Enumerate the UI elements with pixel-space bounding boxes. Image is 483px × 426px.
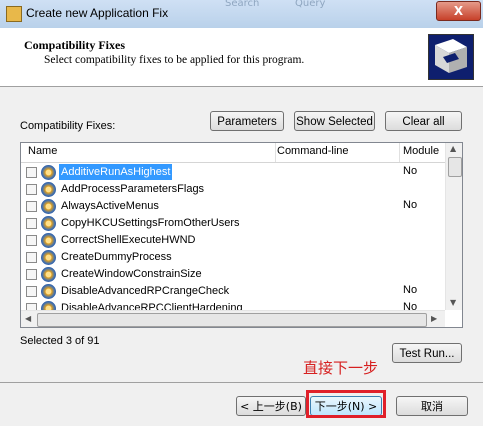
table-row[interactable]: CopyHKCUSettingsFromOtherUsers <box>21 215 445 232</box>
selection-count: Selected 3 of 91 <box>20 335 100 347</box>
fix-name: AddProcessParametersFlags <box>61 183 205 195</box>
scroll-up-icon[interactable]: ▲ <box>450 144 456 153</box>
gear-icon <box>41 165 56 180</box>
row-checkbox[interactable] <box>26 252 37 263</box>
table-row[interactable]: CreateWindowConstrainSize <box>21 266 445 283</box>
gear-icon <box>41 199 56 214</box>
horizontal-scrollbar[interactable]: ◀ ▶ <box>21 310 445 327</box>
column-separator[interactable] <box>275 143 276 162</box>
annotation-text: 直接下一步 <box>303 359 379 377</box>
gear-icon <box>41 250 56 265</box>
fix-module: No <box>403 165 418 177</box>
vertical-scrollbar[interactable]: ▲ ▼ <box>445 143 462 310</box>
cancel-button[interactable]: 取消 <box>396 396 468 416</box>
row-checkbox[interactable] <box>26 201 37 212</box>
scroll-left-icon[interactable]: ◀ <box>25 314 31 323</box>
column-name[interactable]: Name <box>28 145 57 157</box>
row-checkbox[interactable] <box>26 303 37 310</box>
parameters-button[interactable]: Parameters <box>210 111 284 131</box>
vertical-scroll-thumb[interactable] <box>448 157 462 177</box>
test-run-button[interactable]: Test Run... <box>392 343 462 363</box>
background-search-text: Search <box>225 0 260 9</box>
gear-icon <box>41 267 56 282</box>
table-row[interactable]: AddProcessParametersFlags <box>21 181 445 198</box>
fix-name: DisableAdvanceRPCClientHardening <box>61 302 243 310</box>
show-selected-button[interactable]: Show Selected <box>294 111 375 131</box>
list-header: Name Command-line Module <box>21 143 462 163</box>
fix-name: CopyHKCUSettingsFromOtherUsers <box>61 217 240 229</box>
column-command-line[interactable]: Command-line <box>277 145 349 157</box>
compatibility-fix-icon <box>428 34 474 80</box>
gear-icon <box>41 233 56 248</box>
fix-module: No <box>403 301 418 310</box>
row-checkbox[interactable] <box>26 235 37 246</box>
fix-name: AlwaysActiveMenus <box>61 200 159 212</box>
page-title: Compatibility Fixes <box>24 38 125 52</box>
gear-icon <box>41 216 56 231</box>
fix-name: DisableAdvancedRPCrangeCheck <box>61 285 230 297</box>
close-button[interactable]: X <box>436 1 481 21</box>
background-query-text: Query <box>295 0 326 9</box>
gear-icon <box>41 182 56 197</box>
window-title: Create new Application Fix <box>26 6 169 20</box>
back-button[interactable]: < 上一步(B) <box>236 396 306 416</box>
horizontal-scroll-thumb[interactable] <box>37 313 427 327</box>
table-row[interactable]: DisableAdvancedRPCrangeCheck No <box>21 283 445 300</box>
table-row[interactable]: DisableAdvanceRPCClientHardening No <box>21 300 445 310</box>
row-checkbox[interactable] <box>26 184 37 195</box>
next-button-highlight <box>306 390 386 418</box>
gear-icon <box>41 284 56 299</box>
compatibility-fixes-label: Compatibility Fixes: <box>20 120 116 132</box>
fix-name: CorrectShellExecuteHWND <box>61 234 196 246</box>
table-row[interactable]: AdditiveRunAsHighest No <box>21 164 445 181</box>
fix-name: CreateDummyProcess <box>61 251 172 263</box>
table-row[interactable]: CreateDummyProcess <box>21 249 445 266</box>
fix-name: CreateWindowConstrainSize <box>61 268 202 280</box>
compatibility-fixes-list[interactable]: Name Command-line Module AdditiveRunAsHi… <box>20 142 463 328</box>
row-checkbox[interactable] <box>26 167 37 178</box>
fix-module: No <box>403 199 418 211</box>
row-checkbox[interactable] <box>26 218 37 229</box>
page-subtitle: Select compatibility fixes to be applied… <box>44 54 305 66</box>
scroll-right-icon[interactable]: ▶ <box>431 314 437 323</box>
scroll-down-icon[interactable]: ▼ <box>450 298 456 307</box>
table-row[interactable]: CorrectShellExecuteHWND <box>21 232 445 249</box>
wizard-header: Compatibility Fixes Select compatibility… <box>0 28 483 87</box>
fix-module: No <box>403 284 418 296</box>
fix-name: AdditiveRunAsHighest <box>59 164 173 180</box>
row-checkbox[interactable] <box>26 269 37 280</box>
gear-icon <box>41 301 56 310</box>
title-bar: Create new Application Fix Search Query … <box>0 0 483 29</box>
column-module[interactable]: Module <box>403 145 439 157</box>
table-row[interactable]: AlwaysActiveMenus No <box>21 198 445 215</box>
clear-all-button[interactable]: Clear all <box>385 111 462 131</box>
column-separator[interactable] <box>399 143 400 162</box>
row-checkbox[interactable] <box>26 286 37 297</box>
app-icon <box>6 6 22 22</box>
footer-divider <box>0 382 483 383</box>
